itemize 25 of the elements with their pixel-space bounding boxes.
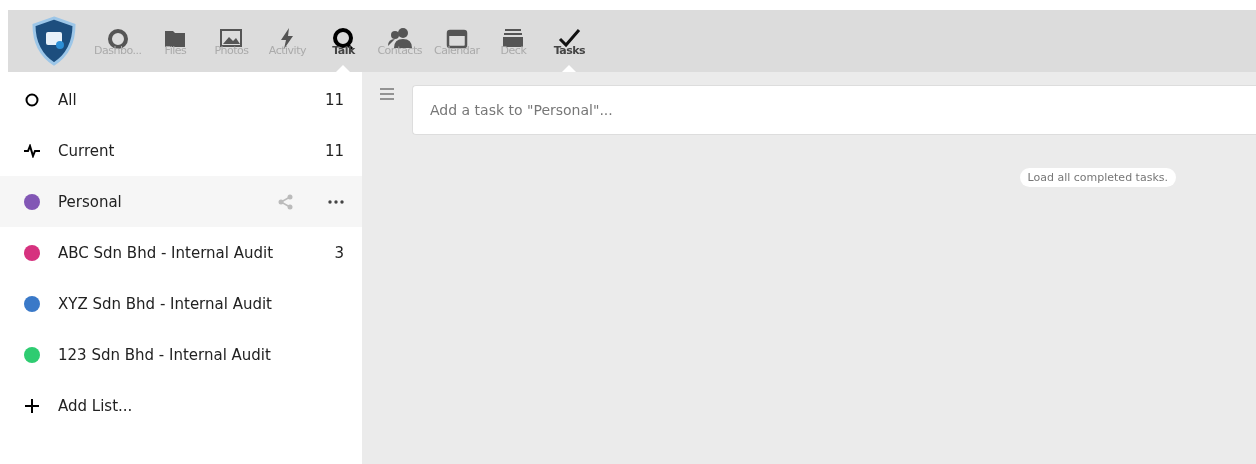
list-item[interactable]: Add List... (0, 380, 362, 431)
plus-icon (24, 398, 40, 413)
app-tab[interactable]: Talk (315, 10, 372, 72)
list-item[interactable]: 123 Sdn Bhd - Internal Audit (0, 329, 362, 380)
list-label: 123 Sdn Bhd - Internal Audit (58, 345, 272, 364)
list-item[interactable]: Current 11 (0, 125, 362, 176)
circle-icon (24, 92, 40, 107)
list-label: ABC Sdn Bhd - Internal Audit (58, 243, 275, 262)
list-item[interactable]: Personal (0, 176, 362, 227)
task-count: 11 (324, 90, 344, 109)
list-label: All (58, 90, 78, 109)
task-count: 3 (334, 243, 344, 262)
menu-icon[interactable] (380, 88, 394, 100)
task-count: 11 (324, 141, 344, 160)
task-input[interactable]: Add a task to "Personal"... (412, 85, 1256, 135)
list-label: Current (58, 141, 116, 160)
pulse-icon (24, 143, 40, 158)
list-label: Add List... (58, 396, 134, 415)
list-label: Personal (58, 192, 123, 211)
load-completed-link[interactable]: Load all completed tasks. (1019, 168, 1176, 187)
list-item[interactable]: All 11 (0, 74, 362, 125)
list-item[interactable]: XYZ Sdn Bhd - Internal Audit (0, 278, 362, 329)
list-item[interactable]: ABC Sdn Bhd - Internal Audit 3 (0, 227, 362, 278)
list-label: XYZ Sdn Bhd - Internal Audit (58, 294, 273, 313)
more-icon[interactable] (328, 199, 344, 204)
